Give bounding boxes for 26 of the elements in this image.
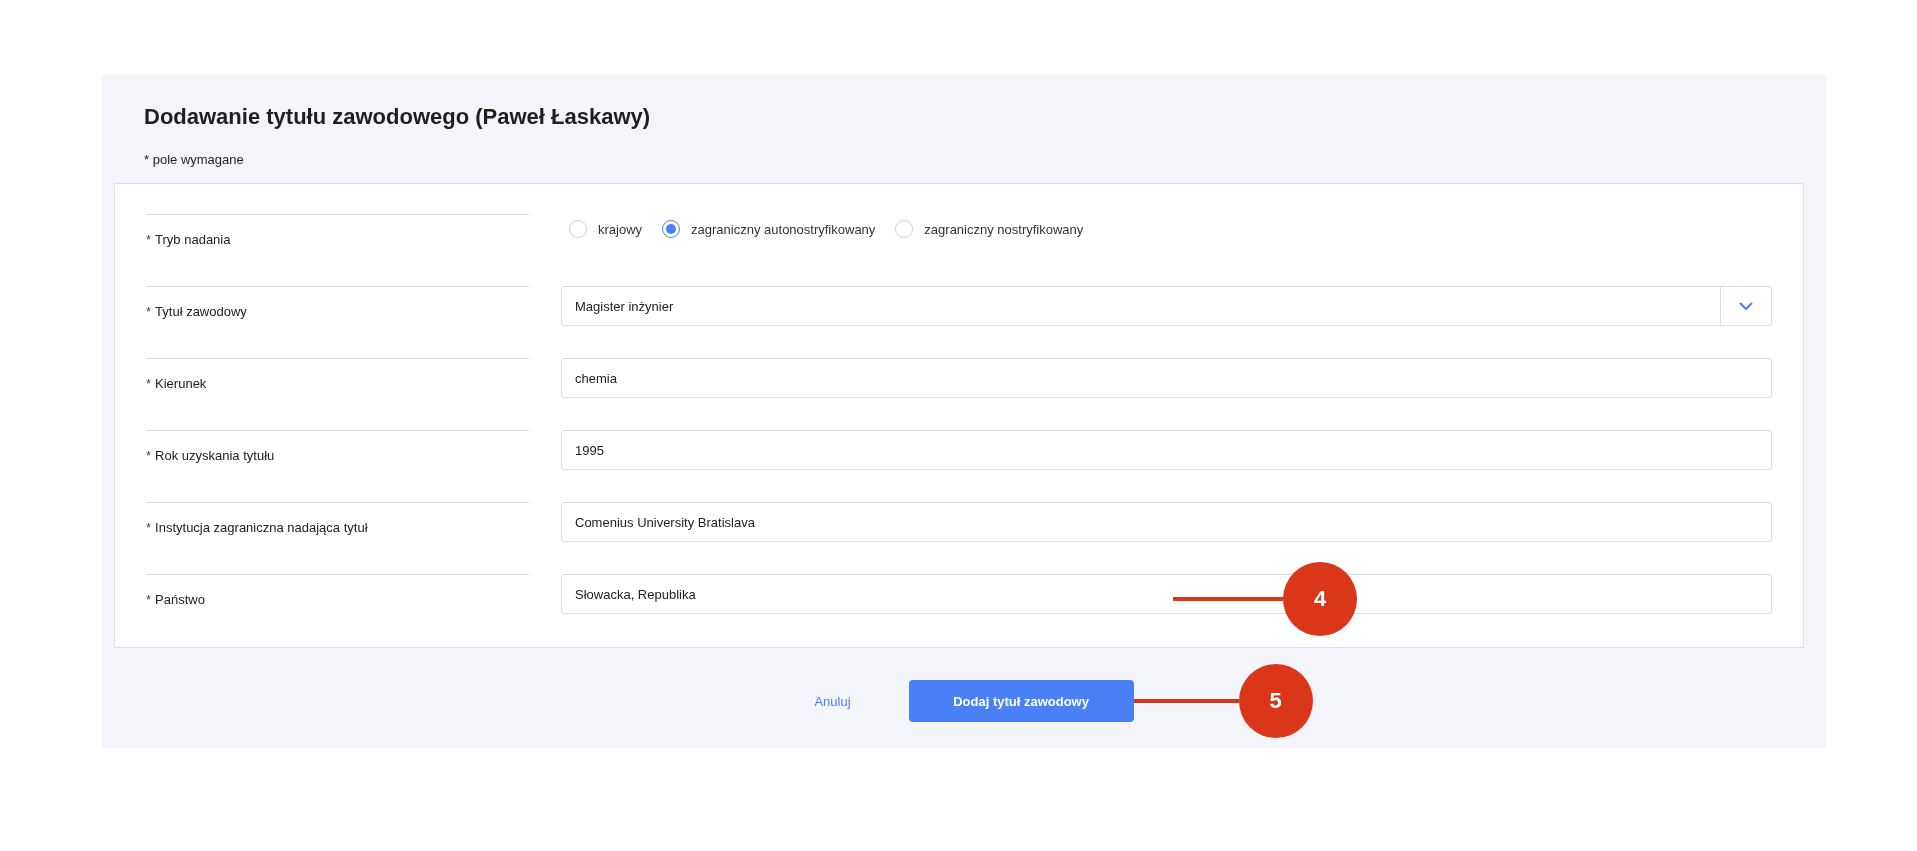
radio-option[interactable]: krajowy	[569, 220, 643, 238]
required-asterisk: *	[146, 303, 152, 319]
cancel-link[interactable]: Anuluj	[814, 693, 851, 709]
submit-button[interactable]: Dodaj tytuł zawodowy	[908, 680, 1134, 722]
chevron-down-icon	[1739, 301, 1753, 311]
field-label: Tryb nadania	[155, 231, 231, 247]
title-select[interactable]: Magister inżynier	[561, 286, 1772, 326]
input-field[interactable]: chemia	[561, 358, 1772, 398]
field-label: Instytucja zagraniczna nadająca tytuł	[155, 519, 368, 535]
page-title: Dodawanie tytułu zawodowego (Paweł Łaskawy)	[144, 103, 652, 131]
field-label: Tytuł zawodowy	[155, 303, 247, 319]
step-badge: 4	[1283, 561, 1357, 636]
step-badge: 5	[1238, 664, 1313, 738]
field-label: Rok uzyskania tytułu	[155, 447, 275, 463]
required-asterisk: *	[146, 447, 152, 463]
radio-option[interactable]: zagraniczny nostryfikowany	[895, 220, 1084, 238]
required-asterisk: *	[146, 591, 152, 607]
required-asterisk: *	[146, 375, 152, 391]
radio-option[interactable]: zagraniczny autonostryfikowany	[662, 220, 876, 238]
input-field[interactable]: Comenius University Bratislava	[561, 502, 1772, 542]
field-label: Państwo	[155, 591, 205, 607]
required-asterisk: *	[146, 231, 152, 247]
required-asterisk: *	[146, 519, 152, 535]
required-note: * pole wymagane	[144, 151, 245, 169]
input-field[interactable]: 1995	[561, 430, 1772, 470]
field-label: Kierunek	[155, 375, 207, 391]
